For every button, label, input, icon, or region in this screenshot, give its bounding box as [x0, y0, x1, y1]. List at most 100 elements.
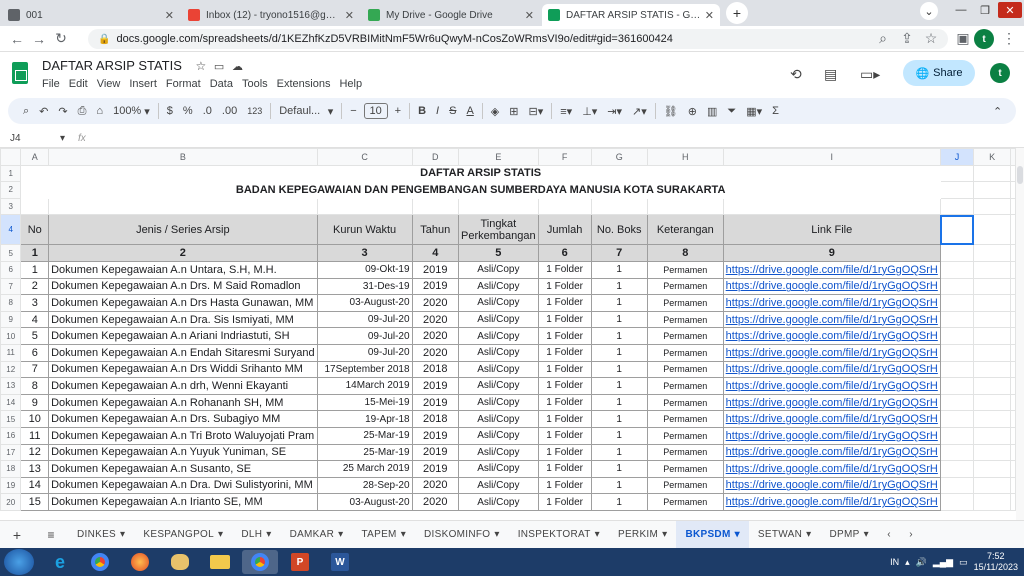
keterangan-cell[interactable]: Permamen	[646, 277, 724, 296]
fill-color-icon[interactable]: ◈	[486, 101, 504, 121]
jenis-arsip-cell[interactable]: Dokumen Kepegawaian A.n Dra. Dwi Sulisty…	[48, 476, 318, 495]
word-icon[interactable]: W	[322, 550, 358, 574]
menu-insert[interactable]: Insert	[129, 78, 157, 90]
tab-close-icon[interactable]: ✕	[525, 9, 534, 22]
cell[interactable]	[973, 214, 1011, 246]
filter-views-icon[interactable]: ▦▾	[741, 101, 767, 121]
drive-link[interactable]: https://drive.google.com/file/d/1ryGgOQS…	[726, 446, 938, 458]
menu-edit[interactable]: Edit	[69, 78, 88, 90]
select-all-corner[interactable]	[0, 148, 22, 166]
cell[interactable]	[939, 260, 975, 279]
meet-camera-icon[interactable]: ▭▸	[860, 66, 880, 83]
cell[interactable]	[973, 244, 1011, 262]
filter-icon[interactable]: ⏷	[722, 101, 741, 121]
functions-icon[interactable]: Σ	[767, 101, 784, 121]
battery-icon[interactable]: ▭	[959, 557, 968, 568]
row-header[interactable]: 4	[0, 214, 22, 246]
cell[interactable]	[646, 197, 724, 216]
no-boks-cell[interactable]: 1	[590, 426, 648, 445]
cell[interactable]	[973, 277, 1011, 296]
row-header[interactable]: 1	[0, 164, 22, 183]
cell[interactable]	[1010, 327, 1016, 345]
scrollbar-thumb[interactable]	[1017, 166, 1023, 184]
browser-tab[interactable]: 001 ✕	[2, 4, 180, 26]
sheet-tab[interactable]: DLH ▾	[232, 521, 280, 549]
increase-decimal-button[interactable]: .00	[217, 101, 242, 121]
cell[interactable]	[1010, 410, 1016, 428]
row-header[interactable]: 18	[0, 460, 22, 478]
bookmark-star-icon[interactable]: ☆	[920, 30, 942, 47]
cell[interactable]	[939, 443, 975, 462]
row-header[interactable]: 2	[0, 181, 22, 199]
drive-link[interactable]: https://drive.google.com/file/d/1ryGgOQS…	[726, 314, 938, 326]
restore-icon[interactable]: ❐	[974, 2, 996, 18]
tingkat-cell[interactable]: Asli/Copy	[457, 426, 539, 445]
text-rotation-icon[interactable]: ↗▾	[627, 101, 652, 121]
document-title[interactable]: DAFTAR ARSIP STATIS ☆ ▭ ☁	[42, 58, 243, 73]
drive-link[interactable]: https://drive.google.com/file/d/1ryGgOQS…	[726, 280, 938, 292]
font-size-decrease-icon[interactable]: −	[345, 101, 361, 121]
drive-link[interactable]: https://drive.google.com/file/d/1ryGgOQS…	[726, 397, 938, 409]
sheet-tab-caret-icon[interactable]: ▾	[735, 529, 740, 540]
column-header[interactable]: E	[457, 148, 539, 166]
jumlah-cell[interactable]: 1 Folder	[537, 377, 592, 395]
move-folder-icon[interactable]: ▭	[214, 61, 224, 73]
insert-comment-icon[interactable]: ⊕	[683, 101, 702, 121]
sheet-tab[interactable]: TAPEM ▾	[352, 521, 415, 549]
collapse-toolbar-icon[interactable]: ⌃	[988, 101, 1007, 121]
row-number[interactable]: 3	[20, 294, 50, 312]
insert-link-icon[interactable]: ⛓	[659, 101, 683, 121]
column-title[interactable]: Kurun Waktu	[316, 214, 413, 246]
decrease-decimal-button[interactable]: .0	[198, 101, 217, 121]
volume-icon[interactable]: 🔊	[916, 557, 927, 568]
cell[interactable]	[1010, 260, 1016, 279]
jenis-arsip-cell[interactable]: Dokumen Kepegawaian A.n Drs. Subagiyo MM	[48, 410, 318, 428]
font-size-input[interactable]: 10	[363, 103, 388, 119]
row-number[interactable]: 9	[20, 393, 50, 412]
keterangan-cell[interactable]: Permamen	[646, 393, 724, 412]
cell[interactable]	[457, 197, 539, 216]
cell[interactable]	[939, 310, 975, 329]
url-field[interactable]: 🔒 docs.google.com/spreadsheets/d/1KEZhfK…	[88, 29, 948, 49]
cell[interactable]	[939, 181, 975, 199]
jenis-arsip-cell[interactable]: Dokumen Kepegawaian A.n Yuyuk Yuniman, S…	[48, 443, 318, 462]
column-number[interactable]: 1	[20, 244, 50, 262]
cell[interactable]	[1010, 377, 1016, 395]
sheet-tab[interactable]: DISKOMINFO ▾	[415, 521, 509, 549]
row-header[interactable]: 7	[0, 277, 22, 296]
strikethrough-button[interactable]: S	[444, 101, 461, 121]
sheet-tab-caret-icon[interactable]: ▾	[662, 529, 667, 540]
borders-icon[interactable]: ⊞	[504, 101, 523, 121]
bold-button[interactable]: B	[413, 101, 431, 121]
sheet-tab-caret-icon[interactable]: ▾	[806, 529, 811, 540]
font-select[interactable]: Defaul... ▾	[274, 101, 338, 121]
tahun-cell[interactable]: 2020	[411, 343, 459, 362]
cell[interactable]	[939, 164, 975, 183]
column-title[interactable]: Jumlah	[537, 214, 592, 246]
star-icon[interactable]: ☆	[196, 59, 207, 73]
jumlah-cell[interactable]: 1 Folder	[537, 327, 592, 345]
jenis-arsip-cell[interactable]: Dokumen Kepegawaian A.n Endah Sitaresmi …	[48, 343, 318, 362]
browser-profile-avatar[interactable]: t	[974, 29, 994, 49]
kurun-waktu-cell[interactable]: 03-August-20	[316, 294, 413, 312]
tab-close-icon[interactable]: ✕	[165, 9, 174, 22]
no-boks-cell[interactable]: 1	[590, 476, 648, 495]
cell[interactable]	[939, 327, 975, 345]
sheet-title-2[interactable]: BADAN KEPEGAWAIAN DAN PENGEMBANGAN SUMBE…	[21, 182, 940, 199]
row-number[interactable]: 14	[20, 476, 50, 495]
column-header[interactable]: J	[939, 148, 975, 166]
share-page-icon[interactable]: ⇪	[896, 30, 918, 47]
kurun-waktu-cell[interactable]: 03-August-20	[316, 493, 413, 511]
cell[interactable]	[939, 343, 975, 362]
currency-format-button[interactable]: $	[162, 101, 178, 121]
minimize-icon[interactable]: —	[950, 2, 972, 18]
cell[interactable]	[973, 343, 1011, 362]
link-file-cell[interactable]: https://drive.google.com/file/d/1ryGgOQS…	[722, 327, 941, 345]
no-boks-cell[interactable]: 1	[590, 443, 648, 462]
jenis-arsip-cell[interactable]: Dokumen Kepegawaian A.n Tri Broto Waluyo…	[48, 426, 318, 445]
tahun-cell[interactable]: 2020	[411, 310, 459, 329]
version-history-icon[interactable]: ⟲	[790, 66, 802, 83]
sheet-tab[interactable]: DAMKAR ▾	[281, 521, 353, 549]
cell[interactable]	[939, 244, 975, 262]
row-header[interactable]: 12	[0, 360, 22, 379]
